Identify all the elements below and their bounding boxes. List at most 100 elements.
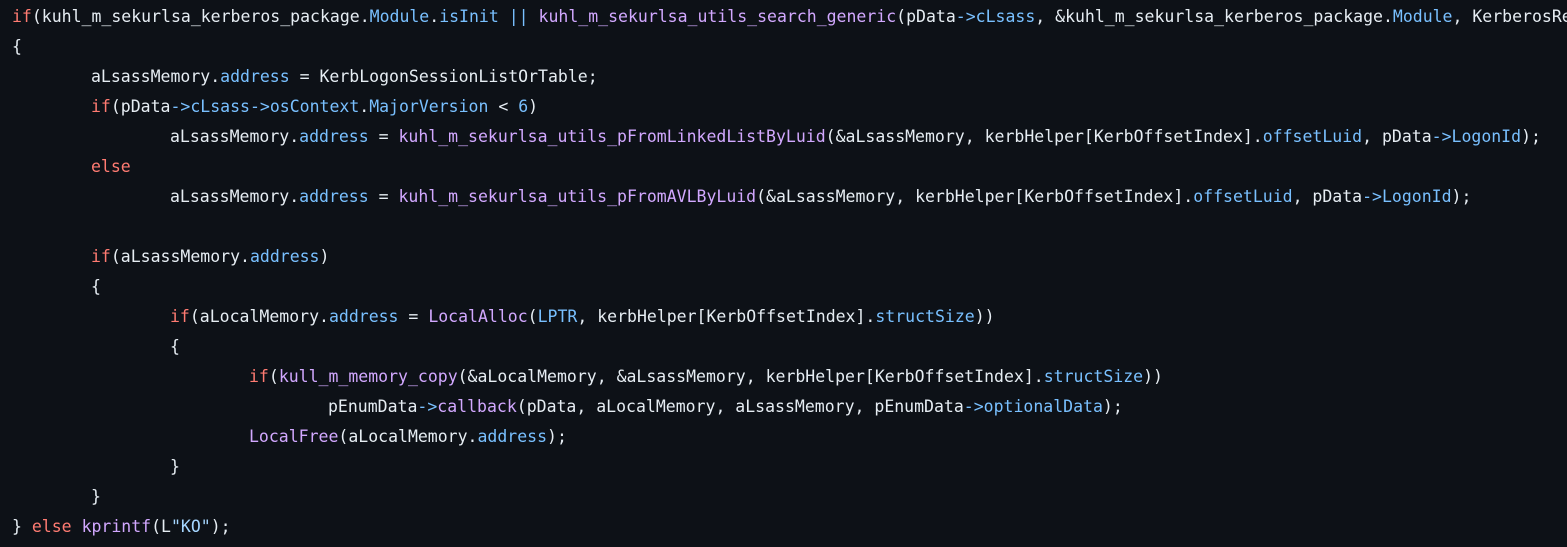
code-token: Module (1392, 7, 1453, 26)
code-token: address (477, 427, 548, 446)
code-token: structSize (1043, 367, 1144, 386)
code-token: aLsassMemory. (91, 67, 221, 86)
code-token: < (488, 97, 519, 116)
code-line: if(aLocalMemory.address = LocalAlloc(LPT… (0, 302, 1567, 332)
code-token: LocalFree (249, 427, 339, 446)
code-token: (pData (110, 97, 171, 116)
code-token: LPTR (537, 307, 578, 326)
code-token: , &kuhl_m_sekurlsa_kerberos_package. (1035, 7, 1393, 26)
code-token: aLsassMemory. (170, 127, 300, 146)
code-token: 6 (518, 97, 529, 116)
code-token: ( (527, 307, 538, 326)
code-line: { (0, 32, 1567, 62)
code-line: { (0, 272, 1567, 302)
code-token: "KO" (170, 517, 211, 536)
code-token: LocalAlloc (428, 307, 528, 326)
code-token: = KerbLogonSessionListOrTable; (289, 67, 598, 86)
code-token: if (91, 97, 111, 116)
code-token: offsetLuid (1262, 127, 1363, 146)
code-token: if (12, 7, 32, 26)
code-line: aLsassMemory.address = KerbLogonSessionL… (0, 62, 1567, 92)
code-line: if(kull_m_memory_copy(&aLocalMemory, &aL… (0, 362, 1567, 392)
code-token: , pData (1292, 187, 1363, 206)
code-token: LogonId (1381, 187, 1452, 206)
code-token: callback (437, 397, 517, 416)
code-token: -> (170, 97, 191, 116)
code-token: LogonId (1451, 127, 1522, 146)
code-token: = (368, 127, 399, 146)
code-token: ); (1521, 127, 1541, 146)
code-token: -> (963, 397, 984, 416)
code-token: if (249, 367, 269, 386)
code-token: -> (955, 7, 976, 26)
code-token: (&aLocalMemory, &aLsassMemory, kerbHelpe… (457, 367, 1044, 386)
code-token: address (328, 307, 399, 326)
code-token: address (249, 247, 320, 266)
code-token: (L (151, 517, 171, 536)
code-token: address (299, 127, 369, 146)
code-token: ) (528, 97, 539, 116)
code-token: -> (417, 397, 438, 416)
code-token: || (508, 7, 529, 26)
code-token: -> (249, 97, 270, 116)
code-token: ); (1102, 397, 1123, 416)
code-token: { (91, 277, 101, 296)
code-token: structSize (875, 307, 975, 326)
code-line: } (0, 482, 1567, 512)
code-token: offsetLuid (1193, 187, 1293, 206)
code-token: ( (268, 367, 279, 386)
code-token: address (299, 187, 369, 206)
code-line: aLsassMemory.address = kuhl_m_sekurlsa_u… (0, 182, 1567, 212)
code-token: kprintf (81, 517, 152, 536)
code-token: ); (210, 517, 231, 536)
code-token: { (170, 337, 180, 356)
code-block[interactable]: if(kuhl_m_sekurlsa_kerberos_package.Modu… (0, 0, 1567, 547)
code-token: , pData (1362, 127, 1432, 146)
code-token: cLsass (190, 97, 250, 116)
code-line: if(aLsassMemory.address) (0, 242, 1567, 272)
code-token: -> (1362, 187, 1382, 206)
code-token: . (359, 97, 370, 116)
code-line: if(pData->cLsass->osContext.MajorVersion… (0, 92, 1567, 122)
code-token: aLsassMemory. (170, 187, 300, 206)
code-token: = (368, 187, 399, 206)
code-token: Module (369, 7, 430, 26)
code-token: if (91, 247, 111, 266)
code-token: . (429, 7, 440, 26)
code-line: if(kuhl_m_sekurlsa_kerberos_package.Modu… (0, 2, 1567, 32)
code-line: LocalFree(aLocalMemory.address); (0, 422, 1567, 452)
code-token: )) (974, 307, 995, 326)
code-token: , kerbHelper[KerbOffsetIndex]. (577, 307, 876, 326)
code-token: { (12, 37, 22, 56)
code-token: = (398, 307, 429, 326)
code-token: (aLocalMemory. (338, 427, 478, 446)
code-token: (aLocalMemory. (189, 307, 329, 326)
code-token: )) (1143, 367, 1163, 386)
code-token: address (220, 67, 290, 86)
code-token: -> (1431, 127, 1452, 146)
code-token: else (91, 157, 131, 176)
code-line: } else kprintf(L"KO"); (0, 512, 1567, 542)
code-token: kuhl_m_sekurlsa_utils_pFromLinkedListByL… (398, 127, 826, 146)
code-line: { (0, 332, 1567, 362)
code-token: if (170, 307, 190, 326)
code-token: (&aLsassMemory, kerbHelper[KerbOffsetInd… (756, 187, 1194, 206)
code-token: ) (319, 247, 330, 266)
code-token: ); (547, 427, 567, 446)
code-token: (pData (896, 7, 956, 26)
code-token: ); (1451, 187, 1472, 206)
code-token: optionalData (983, 397, 1103, 416)
code-token: kull_m_memory_copy (278, 367, 458, 386)
code-token: , KerberosReference (1452, 7, 1567, 26)
code-token: } (91, 487, 101, 506)
code-token: else (31, 517, 72, 536)
code-token: MajorVersion (369, 97, 489, 116)
code-token: } (12, 517, 32, 536)
code-token: kuhl_m_sekurlsa_utils_pFromAVLByLuid (398, 187, 757, 206)
code-line: aLsassMemory.address = kuhl_m_sekurlsa_u… (0, 122, 1567, 152)
code-token: (&aLsassMemory, kerbHelper[KerbOffsetInd… (825, 127, 1263, 146)
